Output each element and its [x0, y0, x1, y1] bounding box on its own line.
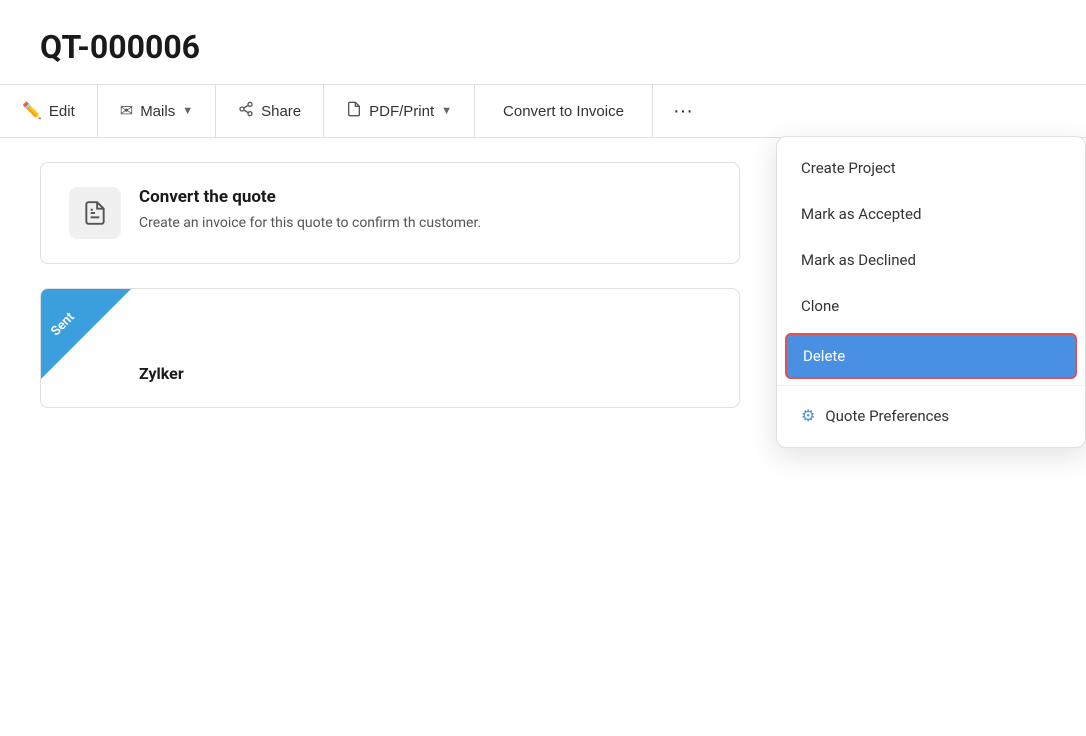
- mark-accepted-label: Mark as Accepted: [801, 205, 921, 223]
- toolbar-wrapper: ✏️ Edit ✉ Mails ▼ Share: [0, 84, 1086, 138]
- delete-label: Delete: [803, 347, 845, 365]
- toolbar: ✏️ Edit ✉ Mails ▼ Share: [0, 84, 1086, 138]
- page-title: QT-000006: [40, 28, 1046, 66]
- page-title-area: QT-000006: [0, 0, 1086, 84]
- dropdown-menu: Create Project Mark as Accepted Mark as …: [776, 136, 1086, 448]
- share-icon: [238, 101, 254, 122]
- dropdown-item-quote-preferences[interactable]: ⚙ Quote Preferences: [777, 392, 1085, 439]
- dropdown-item-mark-declined[interactable]: Mark as Declined: [777, 237, 1085, 283]
- gear-icon: ⚙: [801, 406, 815, 425]
- quote-card-title: Convert the quote: [139, 187, 481, 207]
- edit-icon: ✏️: [22, 101, 42, 121]
- quote-preferences-label: Quote Preferences: [825, 407, 949, 425]
- edit-button[interactable]: ✏️ Edit: [0, 85, 98, 137]
- pdf-print-icon: [346, 101, 362, 122]
- dropdown-item-create-project[interactable]: Create Project: [777, 145, 1085, 191]
- share-label: Share: [261, 103, 301, 120]
- edit-label: Edit: [49, 103, 75, 120]
- mails-button[interactable]: ✉ Mails ▼: [98, 85, 216, 137]
- sent-ribbon-text: Sent: [41, 291, 97, 358]
- more-options-button[interactable]: ···: [653, 85, 713, 137]
- pdf-print-button[interactable]: PDF/Print ▼: [324, 85, 475, 137]
- convert-to-invoice-button[interactable]: Convert to Invoice: [475, 85, 653, 137]
- mails-chevron-icon: ▼: [182, 105, 193, 117]
- dropdown-divider: [777, 385, 1085, 386]
- share-button[interactable]: Share: [216, 85, 324, 137]
- mails-label: Mails: [140, 103, 175, 120]
- quote-card-content: Convert the quote Create an invoice for …: [139, 187, 481, 234]
- mark-declined-label: Mark as Declined: [801, 251, 916, 269]
- dropdown-item-clone[interactable]: Clone: [777, 283, 1085, 329]
- quote-icon-box: [69, 187, 121, 239]
- convert-label: Convert to Invoice: [503, 103, 624, 120]
- document-icon: [82, 200, 108, 226]
- pdf-chevron-icon: ▼: [441, 105, 452, 117]
- sent-card: Sent Zylker: [40, 288, 740, 408]
- dropdown-item-mark-accepted[interactable]: Mark as Accepted: [777, 191, 1085, 237]
- quote-card-text: Create an invoice for this quote to conf…: [139, 213, 481, 234]
- clone-label: Clone: [801, 297, 839, 315]
- pdf-print-label: PDF/Print: [369, 103, 434, 120]
- customer-name: Zylker: [139, 364, 711, 383]
- sent-ribbon: Sent: [41, 289, 131, 379]
- mails-icon: ✉: [120, 101, 133, 121]
- more-options-icon: ···: [673, 100, 693, 122]
- dropdown-item-delete[interactable]: Delete: [785, 333, 1077, 379]
- create-project-label: Create Project: [801, 159, 896, 177]
- convert-quote-card: Convert the quote Create an invoice for …: [40, 162, 740, 264]
